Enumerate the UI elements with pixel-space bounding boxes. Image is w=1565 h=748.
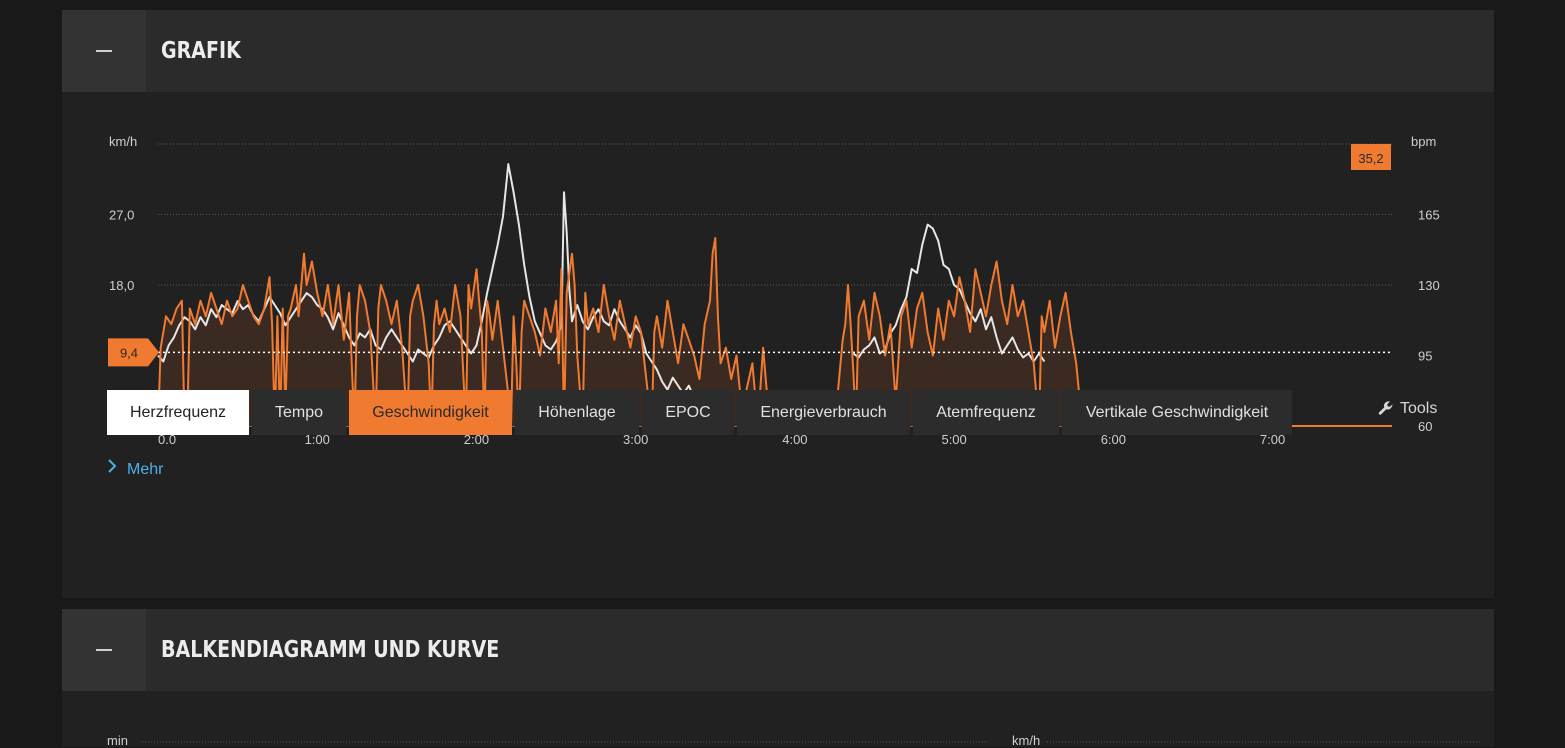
avg-speed-marker-label: 9,4: [120, 345, 138, 360]
tab-energieverbrauch[interactable]: Energieverbrauch: [737, 390, 910, 435]
wrench-icon: [1378, 401, 1393, 415]
tab-tempo[interactable]: Tempo: [252, 390, 346, 435]
left-tick-label: 27,0: [109, 208, 134, 223]
right-tick-label: 130: [1418, 278, 1440, 293]
right-axis-unit: bpm: [1411, 134, 1436, 149]
right-tick-label: 95: [1418, 349, 1432, 364]
tab-atemfrequenz[interactable]: Atemfrequenz: [913, 390, 1059, 435]
grafik-panel: GRAFIK km/hbpm0,018,027,060951301650.01:…: [62, 10, 1494, 598]
tab-geschwindigkeit[interactable]: Geschwindigkeit: [349, 390, 512, 435]
tab-epoc[interactable]: EPOC: [642, 390, 734, 435]
right-tick-label: 60: [1418, 419, 1432, 434]
chevron-right-icon: [107, 458, 117, 479]
tools-label: Tools: [1400, 400, 1438, 417]
left-axis-unit: km/h: [109, 134, 137, 149]
tab-vertikale-geschwindigkeit[interactable]: Vertikale Geschwindigkeit: [1062, 390, 1292, 435]
mehr-link[interactable]: Mehr: [107, 458, 163, 479]
mehr-label: Mehr: [127, 461, 164, 478]
left-tick-label: 18,0: [109, 278, 134, 293]
max-speed-marker-label: 35,2: [1358, 151, 1383, 166]
balkendiagramm-panel: BALKENDIAGRAMM UND KURVE min km/h: [62, 609, 1494, 748]
tab-herzfrequenz[interactable]: Herzfrequenz: [107, 390, 249, 435]
tools-button[interactable]: Tools: [1378, 400, 1437, 418]
right-tick-label: 165: [1418, 208, 1440, 223]
balkendiagramm-gridline-svg: [142, 741, 1482, 743]
tab-höhenlage[interactable]: Höhenlage: [515, 390, 639, 435]
